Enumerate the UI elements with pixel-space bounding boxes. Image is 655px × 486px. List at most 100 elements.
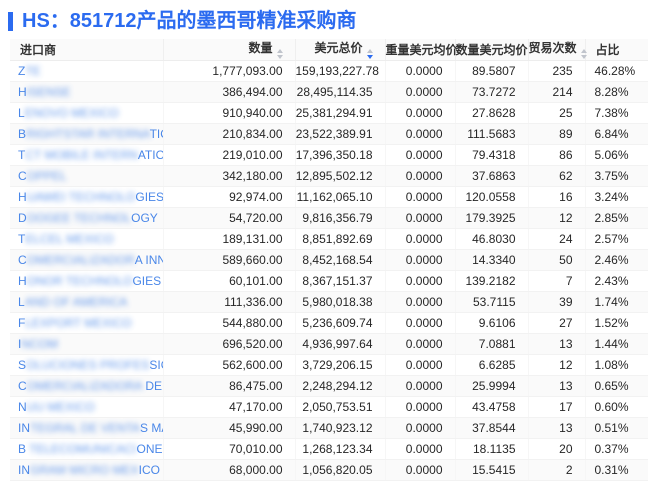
table-row: LAND OF AMERICA 111,336.00 5,980,018.38 0.0…	[10, 291, 648, 313]
qty-avg-cell: 37.6863	[455, 165, 529, 187]
share-cell: 8.28%	[585, 81, 648, 103]
usd-total-cell: 17,396,350.18	[295, 144, 386, 166]
usd-total-cell: 8,851,892.69	[295, 228, 386, 250]
trade-count-cell: 62	[528, 165, 586, 187]
importer-link[interactable]: DOOGEE TECHNOLOGY	[18, 211, 158, 225]
importer-cell: FLEXPORT MEXICO	[10, 312, 164, 334]
importer-visible-suffix: GIES ...	[135, 189, 163, 204]
table-row: B TELECOMUNICACIONES...70,010.001,268,12…	[10, 438, 648, 460]
share-cell: 1.74%	[585, 291, 648, 313]
usd-total-cell: 1,268,123.34	[295, 438, 386, 460]
table-row: TELCEL MEXICO 189,131.00 8,851,892.69 0.000…	[10, 228, 648, 250]
importer-redacted-text: RIGHTSTAR INTERNA	[26, 126, 150, 141]
weight-avg-cell: 0.0000	[385, 123, 456, 145]
trade-count-cell: 27	[528, 312, 586, 334]
usd-total-cell: 9,816,356.79	[295, 207, 386, 229]
table-row: BRIGHTSTAR INTERNATIONAL210,834.0023,522…	[10, 123, 648, 145]
importer-visible-prefix: H	[18, 273, 27, 288]
importer-visible-suffix: TIONAL	[149, 126, 162, 141]
share-cell: 3.75%	[585, 165, 648, 187]
table-row: INCOM 696,520.00 4,936,997.64 0.0000 7.0881 1…	[10, 333, 648, 355]
trade-count-cell: 17	[528, 396, 586, 418]
importer-link[interactable]: SOLUCIONES PROFESSION...	[18, 357, 162, 372]
importer-visible-suffix: DE ...	[145, 378, 163, 393]
importer-visible-prefix: N	[18, 399, 27, 414]
importer-link[interactable]: LENOVO MEXICO	[18, 106, 119, 120]
share-cell: 46.28%	[585, 60, 648, 82]
importer-cell: HISENSE	[10, 81, 164, 103]
share-cell: 5.06%	[585, 144, 648, 166]
importer-redacted-text: LEXPORT MEXICO	[25, 315, 132, 330]
trade-count-cell: 24	[528, 228, 586, 250]
qty-cell: 386,494.00	[163, 81, 296, 103]
weight-avg-cell: 0.0000	[385, 165, 456, 187]
qty-avg-cell: 111.5683	[455, 123, 529, 145]
qty-cell: 189,131.00	[163, 228, 296, 250]
share-cell: 2.85%	[585, 207, 648, 229]
importer-visible-suffix: S MA...	[140, 420, 162, 435]
importer-visible-prefix: H	[18, 189, 27, 204]
weight-avg-cell: 0.0000	[385, 249, 456, 271]
column-header-trade_count[interactable]: 贸易次数	[528, 39, 587, 61]
share-cell: 3.24%	[585, 186, 648, 208]
column-label: 进口商	[20, 42, 57, 57]
importer-link[interactable]: TCT MOBILE INTERNATIO...	[18, 148, 162, 162]
importer-redacted-text: OOGEE TECHNOL	[26, 210, 132, 225]
importer-link[interactable]: BRIGHTSTAR INTERNATIONAL	[18, 126, 162, 141]
importer-redacted-text: OLUCIONES PROFES	[26, 357, 150, 372]
importer-cell: SOLUCIONES PROFESSION...	[10, 354, 164, 376]
importer-link[interactable]: ZTE	[18, 64, 41, 78]
importer-cell: TCT MOBILE INTERNATIO...	[10, 144, 164, 166]
importer-link[interactable]: LAND OF AMERICA	[18, 295, 127, 309]
importer-redacted-text: OPPEL	[26, 168, 67, 183]
weight-avg-cell: 0.0000	[385, 291, 456, 313]
column-header-qty[interactable]: 数量	[163, 39, 296, 61]
importer-visible-prefix: L	[18, 294, 25, 309]
share-cell: 2.46%	[585, 249, 648, 271]
importer-redacted-text: ISENSE	[26, 84, 71, 99]
usd-total-cell: 12,895,502.12	[295, 165, 386, 187]
qty-avg-cell: 27.8628	[455, 102, 529, 124]
importer-redacted-text: UU MEXICO	[26, 399, 95, 414]
weight-avg-cell: 0.0000	[385, 228, 456, 250]
weight-avg-cell: 0.0000	[385, 144, 456, 166]
importer-link[interactable]: FLEXPORT MEXICO	[18, 316, 132, 330]
importer-visible-prefix: C	[18, 378, 27, 393]
importer-link[interactable]: INCOM	[18, 337, 58, 351]
qty-cell: 1,777,093.00	[163, 60, 296, 82]
qty-avg-cell: 9.6106	[455, 312, 529, 334]
importer-visible-prefix: H	[18, 84, 27, 99]
importer-link[interactable]: HISENSE	[18, 85, 71, 99]
importer-link[interactable]: NUU MEXICO	[18, 400, 95, 414]
usd-total-cell: 4,936,997.64	[295, 333, 386, 355]
column-header-share: 占比	[585, 39, 648, 61]
importer-link[interactable]: COPPEL	[18, 169, 67, 183]
importer-visible-suffix: GIES D...	[132, 273, 162, 288]
sort-icon[interactable]	[366, 49, 373, 60]
share-cell: 1.44%	[585, 333, 648, 355]
usd-total-cell: 8,367,151.37	[295, 270, 386, 292]
importer-link[interactable]: INTEGRAL DE VENTAS MA...	[18, 420, 162, 435]
column-header-usd_total[interactable]: 美元总价	[295, 39, 386, 61]
importer-link[interactable]: COMERCIALIZADORA INN...	[18, 253, 162, 267]
importer-link[interactable]: HUAWEI TECHNOLOGIES ...	[18, 189, 163, 204]
importer-visible-suffix: ICO	[138, 462, 161, 477]
trade-count-cell: 13	[528, 417, 586, 439]
importer-link[interactable]: HONOR TECHNOLOGIES D...	[18, 273, 162, 288]
sort-icon[interactable]	[276, 49, 283, 60]
share-cell: 7.38%	[585, 102, 648, 124]
importer-visible-suffix: ONES...	[136, 441, 163, 456]
share-cell: 0.51%	[585, 417, 648, 439]
table-row: DOOGEE TECHNOLOGY 54,720.00 9,816,356.79 0.…	[10, 207, 648, 229]
importer-link[interactable]: B TELECOMUNICACIONES...	[18, 441, 163, 456]
importer-link[interactable]: COMERCIALIZADORA DE ...	[18, 378, 163, 393]
share-cell: 2.57%	[585, 228, 648, 250]
importer-visible-prefix: L	[18, 105, 25, 120]
importer-link[interactable]: TELCEL MEXICO	[18, 232, 114, 246]
qty-avg-cell: 73.7272	[455, 81, 529, 103]
table-row: COMERCIALIZADORA DE ...86,475.002,248,29…	[10, 375, 648, 397]
caret-down-icon	[276, 55, 283, 60]
importer-link[interactable]: INGRAM MICRO MEXICO	[18, 463, 160, 477]
sort-icon[interactable]	[580, 49, 587, 60]
importer-visible-prefix: C	[18, 168, 27, 183]
